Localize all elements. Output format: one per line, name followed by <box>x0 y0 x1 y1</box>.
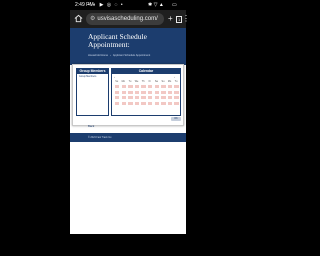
address-bar[interactable]: ⚙ usvisascheduling.com/ <box>86 13 164 25</box>
calendar-day-cell[interactable] <box>133 84 141 89</box>
calendar-day-cell[interactable] <box>127 95 134 101</box>
calendar-day-cell[interactable] <box>114 100 121 106</box>
weekday-label: Mo <box>167 80 172 83</box>
back-link[interactable]: Back <box>88 124 94 128</box>
signal-icons: ✱ ▽ ▲ <box>148 2 164 8</box>
calendar-day-cell[interactable] <box>120 84 127 89</box>
weekday-label: Tu <box>174 80 178 83</box>
calendar-day-cell[interactable] <box>133 89 141 95</box>
calendar-day-cell[interactable] <box>166 84 174 89</box>
calendar-day-cell[interactable] <box>153 100 160 106</box>
site-settings-icon[interactable]: ⚙ <box>90 16 95 22</box>
calendar-day-cell[interactable] <box>153 95 160 101</box>
page-title: Applicant Schedule Appointment: <box>88 32 147 49</box>
calendar-day-cell[interactable] <box>114 89 121 95</box>
calendar-title: Calendar <box>112 69 180 74</box>
web-page: Applicant Schedule Appointment: Househol… <box>70 28 186 234</box>
breadcrumb-separator: › <box>110 54 111 57</box>
calendar-day-cell[interactable] <box>166 100 174 106</box>
calendar-day-cell[interactable] <box>147 95 154 101</box>
calendar-day-cell[interactable] <box>160 95 167 101</box>
notification-icons: ▪ ◐ ▶ ◎ ◌ • <box>88 2 124 8</box>
new-tab-button[interactable]: + <box>168 13 173 25</box>
breadcrumb-home[interactable]: Household Home <box>88 54 108 57</box>
group-members-title: Group Members <box>77 69 108 74</box>
battery-icon: ▭ <box>172 2 177 8</box>
calendar-day-cell[interactable] <box>140 89 147 95</box>
calendar-day-cell[interactable] <box>114 95 121 101</box>
breadcrumb: Household Home › Applicant Schedule Appoin… <box>88 54 150 57</box>
calendar-day-cell[interactable] <box>127 100 134 106</box>
home-icon[interactable] <box>74 14 83 23</box>
weekday-label: Tu <box>128 80 132 83</box>
calendar-day-cell[interactable] <box>153 84 160 89</box>
calendar-day-cell[interactable] <box>127 89 134 95</box>
calendar-day-cell[interactable] <box>153 89 160 95</box>
calendar-grid <box>114 84 180 108</box>
url-text: usvisascheduling.com/ <box>97 16 158 22</box>
weekday-label: Fr <box>148 80 151 83</box>
calendar-day-cell[interactable] <box>173 95 180 101</box>
weekday-label: Th <box>141 80 145 83</box>
calendar-day-cell[interactable] <box>140 95 147 101</box>
calendar-day-cell[interactable] <box>160 100 167 106</box>
calendar-day-cell[interactable] <box>147 100 154 106</box>
calendar-day-cell[interactable] <box>120 100 127 106</box>
group-member-item[interactable]: Group Members <box>77 74 108 79</box>
calendar-day-cell[interactable] <box>114 84 121 89</box>
calendar-day-cell[interactable] <box>160 84 167 89</box>
group-members-panel: Group Members Group Members <box>76 68 109 116</box>
calendar-day-cell[interactable] <box>173 89 180 95</box>
calendar-day-cell[interactable] <box>173 84 180 89</box>
footer-copyright: © 2024 Fast Track Inc. <box>88 136 113 139</box>
ok-button[interactable]: OK <box>171 117 181 121</box>
browser-toolbar: ⚙ usvisascheduling.com/ + 1 ⋮ <box>70 10 190 28</box>
browser-menu-icon[interactable]: ⋮ <box>182 13 190 25</box>
calendar-day-cell[interactable] <box>127 84 134 89</box>
status-bar: 2:49 PM ▪ ◐ ▶ ◎ ◌ • ✱ ▽ ▲ ▭ <box>0 0 256 10</box>
weekday-label: Sa <box>154 80 158 83</box>
calendar-day-cell[interactable] <box>160 89 167 95</box>
calendar-day-cell[interactable] <box>133 100 141 106</box>
calendar-day-cell[interactable] <box>147 89 154 95</box>
calendar-day-cell[interactable] <box>140 100 147 106</box>
calendar-day-cell[interactable] <box>173 100 180 106</box>
calendar-day-cell[interactable] <box>166 89 174 95</box>
breadcrumb-current: Applicant Schedule Appointment <box>112 54 151 57</box>
page-header: Applicant Schedule Appointment: Househol… <box>70 28 186 65</box>
calendar-day-cell[interactable] <box>133 95 141 101</box>
calendar-nav: ‹ › <box>114 76 180 79</box>
schedule-modal: Group Members Group Members Calendar ‹ ›… <box>72 64 184 126</box>
calendar-day-cell[interactable] <box>140 84 147 89</box>
calendar-day-cell[interactable] <box>120 95 127 101</box>
calendar-day-cell[interactable] <box>147 84 154 89</box>
weekday-label: Su <box>161 80 165 83</box>
prev-month-button[interactable]: ‹ <box>114 76 115 79</box>
next-month-button[interactable]: › <box>174 76 175 79</box>
calendar-day-cell[interactable] <box>166 95 174 101</box>
page-footer: © 2024 Fast Track Inc. <box>70 133 186 142</box>
calendar-panel: Calendar ‹ › Su Mo Tu We Th Fr Sa Su Mo Tu <box>111 68 181 116</box>
calendar-day-cell[interactable] <box>120 89 127 95</box>
weekday-label: We <box>134 80 139 83</box>
weekday-label: Mo <box>121 80 125 83</box>
weekday-label: Su <box>115 80 119 83</box>
